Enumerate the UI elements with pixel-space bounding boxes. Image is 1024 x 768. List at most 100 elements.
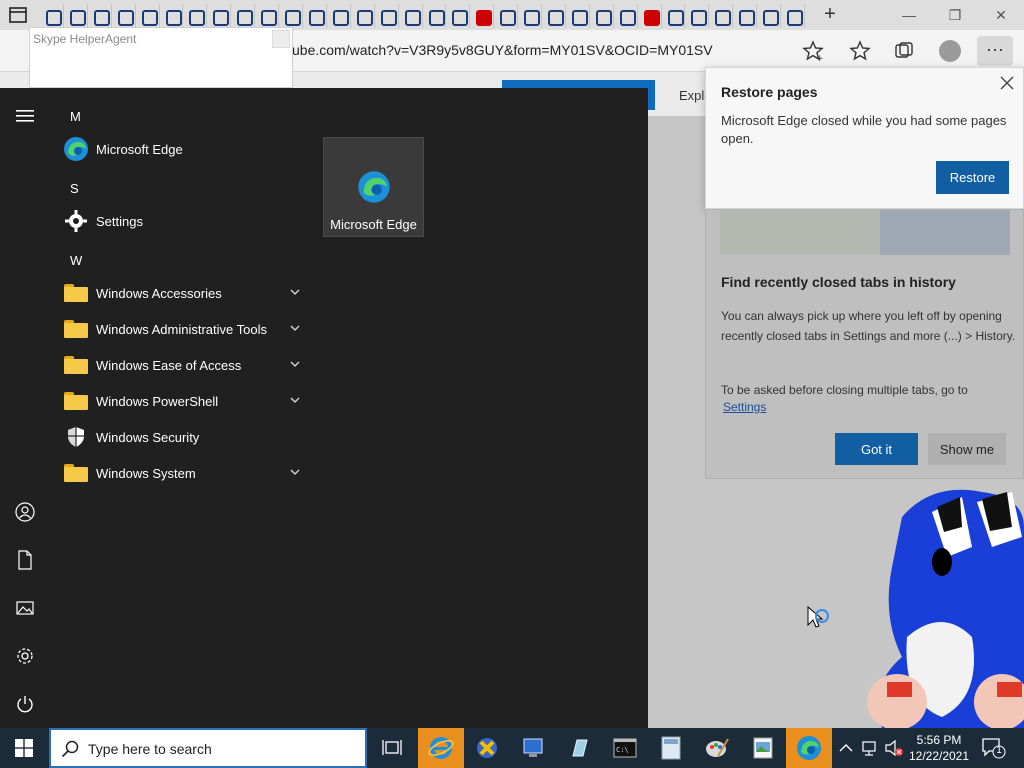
chevron-down-icon[interactable]: [290, 323, 300, 333]
browser-tab[interactable]: [327, 4, 351, 28]
add-favorite-icon[interactable]: +: [802, 40, 824, 62]
taskbar-paint[interactable]: [694, 728, 740, 768]
browser-tab[interactable]: [88, 4, 112, 28]
power-icon[interactable]: [13, 692, 37, 716]
volume-muted-icon[interactable]: [884, 738, 904, 758]
browser-tab[interactable]: [207, 4, 232, 28]
chevron-down-icon[interactable]: [290, 395, 300, 405]
chevron-down-icon[interactable]: [290, 359, 300, 369]
browser-tab[interactable]: [542, 4, 566, 28]
taskbar-command-prompt[interactable]: C:\: [602, 728, 648, 768]
network-icon[interactable]: [861, 738, 881, 758]
settings-gear-icon[interactable]: [13, 644, 37, 668]
start-button[interactable]: [0, 728, 48, 768]
taskbar-internet-explorer[interactable]: [418, 728, 464, 768]
browser-tab[interactable]: [781, 4, 805, 28]
task-view-icon: [382, 740, 402, 755]
tip-settings-link[interactable]: Settings: [723, 400, 766, 414]
got-it-button[interactable]: Got it: [835, 433, 918, 465]
app-item-windows-powershell[interactable]: Windows PowerShell: [62, 383, 310, 419]
tip-illustration: [720, 210, 1010, 255]
taskbar-calculator[interactable]: [648, 728, 694, 768]
folder-icon: [62, 351, 90, 379]
browser-tab[interactable]: [64, 4, 88, 28]
folder-icon: [62, 387, 90, 415]
browser-tab[interactable]: [160, 4, 184, 28]
browser-tab[interactable]: [183, 4, 208, 28]
hamburger-menu-icon[interactable]: [13, 104, 37, 128]
taskbar-photo-viewer[interactable]: [740, 728, 786, 768]
taskbar-clock[interactable]: 5:56 PM 12/22/2021: [903, 732, 975, 764]
task-view-button[interactable]: [369, 728, 415, 768]
favorites-icon[interactable]: [849, 40, 871, 62]
tile-microsoft-edge[interactable]: Microsoft Edge: [323, 137, 424, 237]
skype-helper-window[interactable]: Skype HelperAgent: [29, 27, 293, 88]
app-item-windows-accessories[interactable]: Windows Accessories: [62, 275, 310, 311]
skype-close-button[interactable]: [272, 30, 290, 48]
browser-tab[interactable]: [566, 4, 590, 28]
new-tab-button[interactable]: +: [820, 4, 840, 25]
browser-tab[interactable]: [423, 4, 447, 28]
app-label: Windows Ease of Access: [96, 357, 242, 373]
taskbar-search-box[interactable]: Type here to search: [49, 728, 367, 768]
tip-title: Find recently closed tabs in history: [721, 274, 956, 290]
user-account-icon[interactable]: [13, 500, 37, 524]
group-letter[interactable]: S: [70, 181, 79, 196]
browser-tab[interactable]: [231, 4, 256, 28]
pictures-icon[interactable]: [13, 596, 37, 620]
folder-icon: [62, 459, 90, 487]
close-icon[interactable]: [999, 75, 1015, 91]
browser-tab[interactable]: [399, 4, 423, 28]
browser-tab[interactable]: [255, 4, 280, 28]
browser-tab[interactable]: [351, 4, 375, 28]
app-item-settings[interactable]: Settings: [62, 203, 310, 239]
notifications-button[interactable]: 1: [980, 736, 1006, 760]
collections-icon[interactable]: [893, 40, 915, 62]
tab-strip: [40, 4, 805, 28]
browser-tab[interactable]: [685, 4, 710, 28]
url-field[interactable]: ube.com/watch?v=V3R9y5v8GUY&form=MY01SV&…: [292, 42, 713, 58]
app-item-windows-system[interactable]: Windows System: [62, 455, 310, 491]
browser-tab[interactable]: [136, 4, 160, 28]
taskbar-app-monitor[interactable]: [510, 728, 556, 768]
browser-tab[interactable]: [446, 4, 471, 28]
group-letter[interactable]: W: [70, 253, 82, 268]
taskbar-microsoft-edge[interactable]: [786, 728, 832, 768]
folder-icon: [62, 279, 90, 307]
browser-tab[interactable]: [470, 4, 495, 28]
browser-tab[interactable]: [279, 4, 303, 28]
browser-tab[interactable]: [662, 4, 686, 28]
maximize-button[interactable]: ❐: [946, 6, 964, 24]
app-item-windows-ease-of-access[interactable]: Windows Ease of Access: [62, 347, 310, 383]
minimize-button[interactable]: —: [900, 6, 918, 24]
show-hidden-icons-icon[interactable]: [836, 738, 856, 758]
tab-actions-icon[interactable]: [8, 5, 28, 25]
show-me-button[interactable]: Show me: [928, 433, 1006, 465]
taskbar-app-notes[interactable]: [556, 728, 602, 768]
app-item-windows-administrative-tools[interactable]: Windows Administrative Tools: [62, 311, 310, 347]
browser-tab[interactable]: [757, 4, 782, 28]
app-item-microsoft-edge[interactable]: Microsoft Edge: [62, 131, 310, 167]
close-window-button[interactable]: ✕: [992, 6, 1010, 24]
chevron-down-icon[interactable]: [290, 467, 300, 477]
browser-tab[interactable]: [638, 4, 662, 28]
profile-avatar[interactable]: [939, 40, 961, 62]
browser-tab[interactable]: [375, 4, 399, 28]
settings-more-button[interactable]: ···: [977, 36, 1013, 66]
browser-tab[interactable]: [614, 4, 638, 28]
browser-tab[interactable]: [112, 4, 136, 28]
chevron-down-icon[interactable]: [290, 287, 300, 297]
browser-tab[interactable]: [518, 4, 543, 28]
browser-tab[interactable]: [303, 4, 327, 28]
browser-tab[interactable]: [709, 4, 734, 28]
taskbar-app-x[interactable]: [464, 728, 510, 768]
browser-tab[interactable]: [590, 4, 614, 28]
group-letter[interactable]: M: [70, 109, 81, 124]
app-item-windows-security[interactable]: Windows Security: [62, 419, 310, 455]
browser-tab[interactable]: [494, 4, 519, 28]
tile-label: Microsoft Edge: [330, 217, 417, 232]
browser-tab[interactable]: [40, 4, 64, 28]
browser-tab[interactable]: [733, 4, 758, 28]
documents-icon[interactable]: [13, 548, 37, 572]
restore-button[interactable]: Restore: [936, 161, 1009, 194]
